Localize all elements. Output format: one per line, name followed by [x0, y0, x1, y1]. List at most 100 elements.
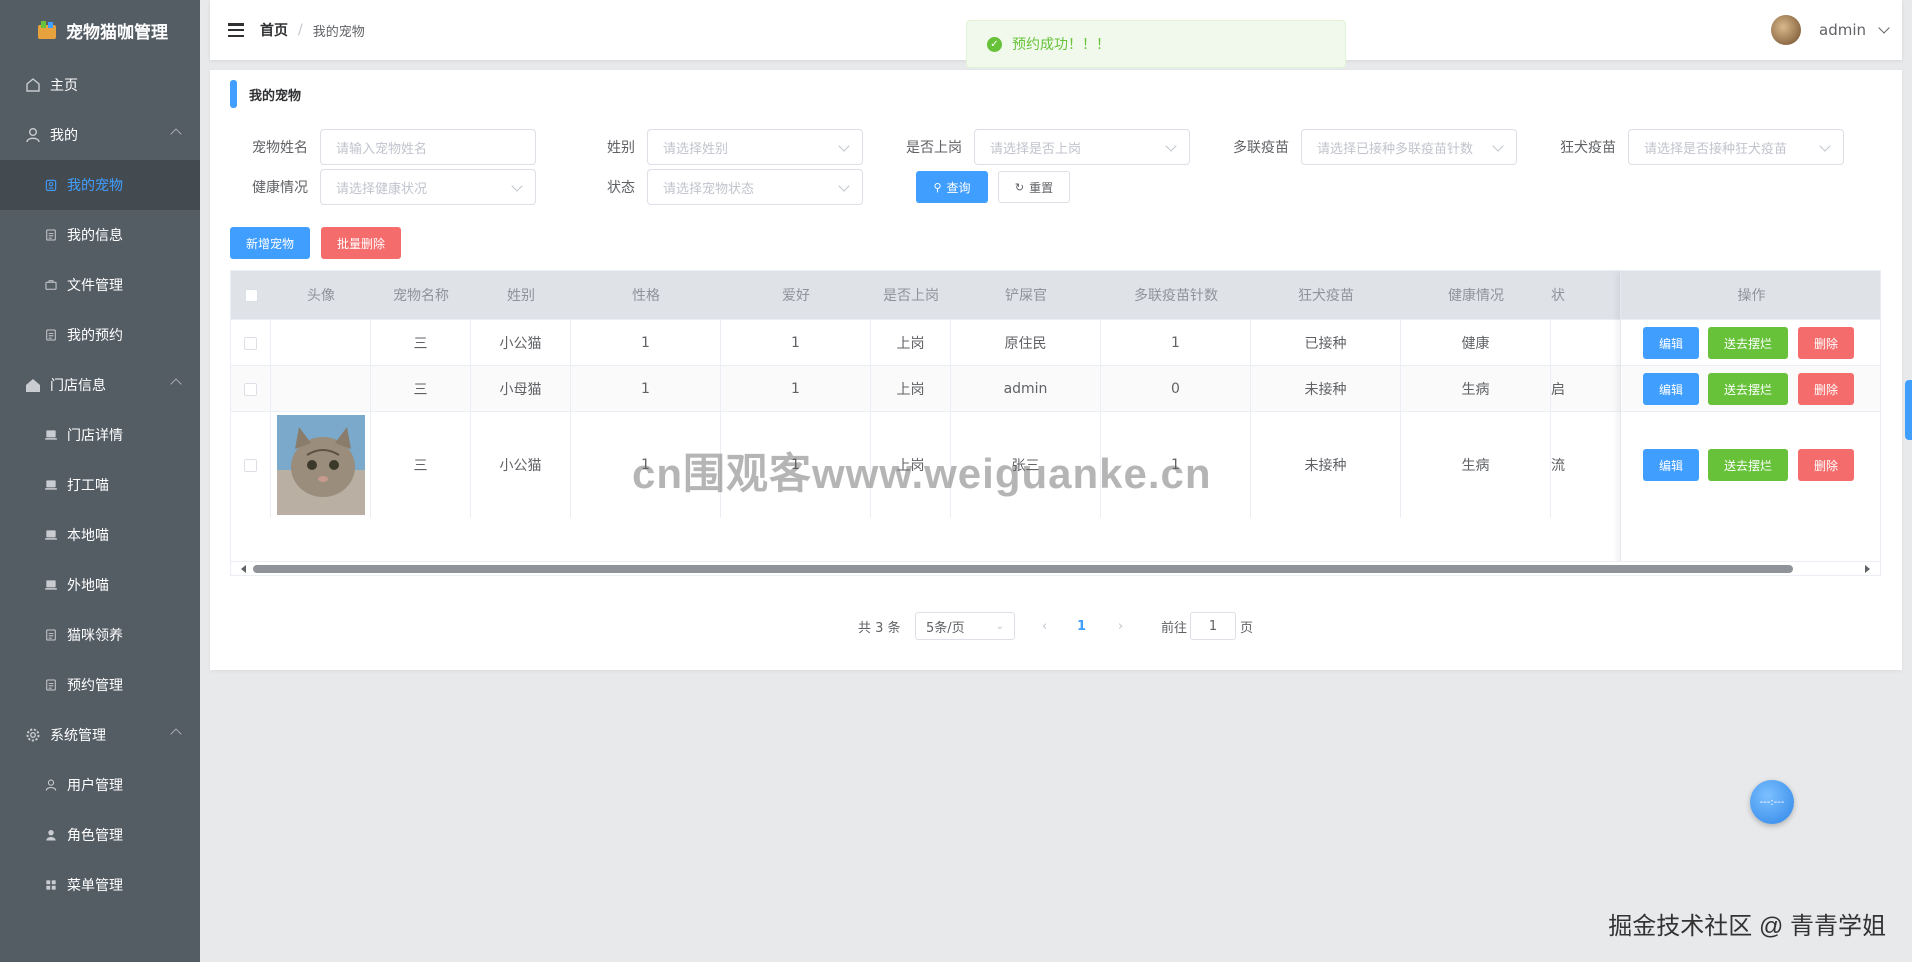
sidebar-item-12[interactable]: 预约管理: [0, 660, 200, 710]
pet-avatar[interactable]: [276, 415, 365, 515]
sidebar-item-11[interactable]: 猫咪领养: [0, 610, 200, 660]
sidebar-item-label: 预约管理: [67, 678, 123, 694]
breadcrumb-separator: /: [298, 22, 303, 38]
pet-name-input[interactable]: 请输入宠物姓名: [320, 129, 536, 165]
chevron-up-icon[interactable]: [170, 378, 182, 390]
cell-status: 启: [1551, 366, 1621, 412]
chevron-up-icon[interactable]: [170, 128, 182, 140]
filter-on-duty: 是否上岗 请选择是否上岗: [884, 129, 1190, 165]
search-icon: ⚲: [933, 180, 942, 194]
reset-button[interactable]: ↻ 重置: [998, 171, 1070, 203]
app-brand[interactable]: 宠物猫咖管理: [0, 0, 200, 60]
document-icon: [44, 328, 58, 342]
page-size-select[interactable]: 5条/页 ⌄: [915, 610, 1015, 642]
sidebar-item-label: 打工喵: [67, 478, 109, 494]
column-header: 铲屎官: [1005, 288, 1047, 304]
filter-health-label: 健康情况: [252, 180, 308, 196]
sidebar-item-9[interactable]: 本地喵: [0, 510, 200, 560]
side-tab-handle[interactable]: [1905, 380, 1912, 440]
query-button[interactable]: ⚲ 查询: [916, 171, 988, 203]
sidebar-item-label: 菜单管理: [67, 878, 123, 894]
gender-select[interactable]: 请选择姓别: [647, 129, 863, 165]
page-size-value: 5条/页: [926, 620, 965, 636]
health-select[interactable]: 请选择健康状况: [320, 169, 536, 205]
query-button-label: 查询: [946, 180, 971, 195]
house-icon: [24, 376, 42, 394]
batch-delete-button[interactable]: 批量删除: [321, 227, 401, 259]
filter-status-label: 状态: [607, 180, 635, 196]
user-menu[interactable]: admin: [1771, 15, 1890, 45]
sidebar-item-label: 我的宠物: [67, 178, 123, 194]
document-icon: [44, 678, 58, 692]
row-checkbox[interactable]: [231, 366, 271, 412]
sidebar-item-4[interactable]: 文件管理: [0, 260, 200, 310]
cell-on-duty: 上岗: [871, 320, 951, 366]
floating-action-button[interactable]: ---:---: [1750, 780, 1794, 824]
add-pet-button[interactable]: 新增宠物: [230, 227, 310, 259]
sidebar-item-3[interactable]: 我的信息: [0, 210, 200, 260]
sidebar-item-16[interactable]: 菜单管理: [0, 860, 200, 910]
row-checkbox[interactable]: [231, 320, 271, 366]
filter-gender-label: 姓别: [607, 140, 635, 156]
prev-page-icon[interactable]: ‹: [1042, 610, 1047, 642]
sidebar-item-5[interactable]: 我的预约: [0, 310, 200, 360]
cell-vaccine-count: 1: [1101, 412, 1251, 518]
menu-toggle-icon[interactable]: [228, 23, 244, 37]
sidebar-item-6[interactable]: 门店信息: [0, 360, 200, 410]
scroll-right-icon[interactable]: [1865, 565, 1870, 573]
cell-personality: 1: [571, 412, 721, 518]
column-header: 是否上岗: [883, 288, 939, 304]
avatar[interactable]: [1771, 15, 1801, 45]
cell-hobby: 1: [721, 366, 871, 412]
page-title-text: 我的宠物: [249, 88, 302, 104]
goto-page-value[interactable]: 1: [1190, 612, 1236, 640]
sidebar-item-10[interactable]: 外地喵: [0, 560, 200, 610]
filter-on-duty-label: 是否上岗: [906, 140, 962, 156]
filter-rabies-vaccine-label: 狂犬疫苗: [1560, 140, 1616, 156]
cell-rabies: 未接种: [1251, 366, 1401, 412]
goto-suffix: 页: [1240, 620, 1254, 636]
next-page-icon[interactable]: ›: [1118, 610, 1123, 642]
sidebar-item-14[interactable]: 用户管理: [0, 760, 200, 810]
sidebar-item-8[interactable]: 打工喵: [0, 460, 200, 510]
sidebar-item-15[interactable]: 角色管理: [0, 810, 200, 860]
filter-health: 健康情况 请选择健康状况: [230, 169, 536, 205]
sidebar-item-13[interactable]: 系统管理: [0, 710, 200, 760]
scroll-left-icon[interactable]: [241, 565, 246, 573]
pagination: 共 3 条 5条/页 ⌄ ‹ 1 › 前往 1 页: [210, 610, 1902, 642]
main-area: 首页 / 我的宠物 admin 我的宠物 宠物姓名 请输入宠物姓名 姓别 请选择…: [200, 0, 1912, 962]
status-select[interactable]: 请选择宠物状态: [647, 169, 863, 205]
check-circle-icon: ✓: [987, 36, 1002, 52]
chevron-down-icon[interactable]: [1878, 22, 1890, 34]
pet-avatar-cell: [271, 320, 371, 366]
rabies-vaccine-select[interactable]: 请选择是否接种狂犬疫苗: [1628, 129, 1844, 165]
goto-page-input[interactable]: 1: [1190, 610, 1236, 642]
sidebar-item-label: 猫咪领养: [67, 628, 123, 644]
chevron-up-icon[interactable]: [170, 728, 182, 740]
sidebar-item-0[interactable]: 主页: [0, 60, 200, 110]
cell-status: [1551, 320, 1621, 366]
column-header: 头像: [307, 288, 335, 304]
gear-icon: [24, 726, 42, 744]
fixed-operation-column: [1620, 271, 1880, 575]
select-all-checkbox[interactable]: [231, 271, 271, 319]
content-card: 我的宠物 宠物姓名 请输入宠物姓名 姓别 请选择姓别 是否上岗 请选择是否上岗 …: [210, 70, 1902, 670]
cell-health: 生病: [1401, 366, 1551, 412]
sidebar-item-label: 门店信息: [50, 378, 106, 394]
sidebar-item-1[interactable]: 我的: [0, 110, 200, 160]
on-duty-select[interactable]: 请选择是否上岗: [974, 129, 1190, 165]
breadcrumb-home[interactable]: 首页: [260, 20, 288, 40]
cell-health: 健康: [1401, 320, 1551, 366]
horizontal-scrollbar[interactable]: [231, 561, 1880, 575]
column-header: 宠物名称: [393, 288, 449, 304]
sidebar-item-7[interactable]: 门店详情: [0, 410, 200, 460]
sidebar-item-label: 外地喵: [67, 578, 109, 594]
sidebar-item-2[interactable]: 我的宠物: [0, 160, 200, 210]
scrollbar-thumb[interactable]: [253, 565, 1793, 573]
filter-pet-name-label: 宠物姓名: [252, 140, 308, 156]
multi-vaccine-select[interactable]: 请选择已接种多联疫苗针数: [1301, 129, 1517, 165]
cell-owner: 张三: [951, 412, 1101, 518]
row-checkbox[interactable]: [231, 412, 271, 518]
username[interactable]: admin: [1819, 21, 1866, 39]
page-number-current[interactable]: 1: [1077, 610, 1086, 642]
